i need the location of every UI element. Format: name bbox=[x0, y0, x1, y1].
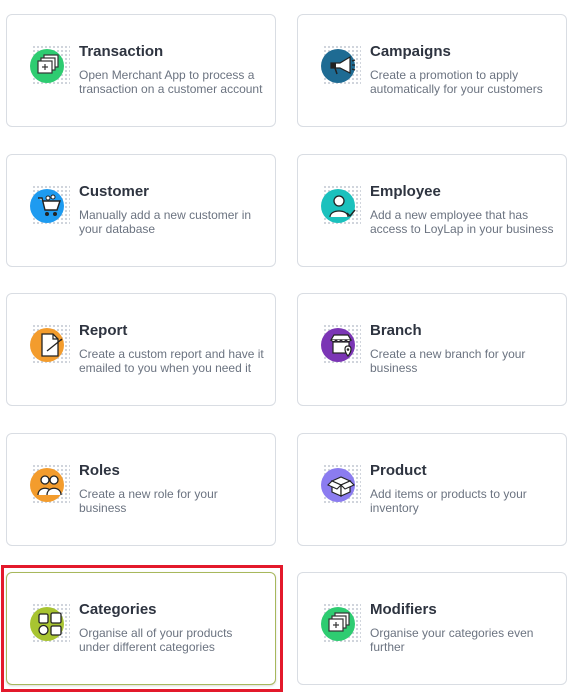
card-description: Create a new role for your business bbox=[79, 487, 218, 515]
transaction-icon bbox=[30, 45, 70, 85]
card-description: Create a custom report and have it email… bbox=[79, 347, 264, 375]
employee-icon bbox=[321, 185, 361, 225]
card-title: Transaction bbox=[79, 43, 164, 60]
card-transaction[interactable]: Transaction Open Merchant App to process… bbox=[6, 14, 276, 127]
card-title: Branch bbox=[370, 322, 422, 339]
card-description: Create a new branch for your business bbox=[370, 347, 526, 375]
card-title: Roles bbox=[79, 462, 120, 479]
megaphone-icon bbox=[321, 45, 361, 85]
card-title: Categories bbox=[79, 601, 157, 618]
store-location-icon bbox=[321, 324, 361, 364]
card-title: Customer bbox=[79, 183, 150, 200]
card-report[interactable]: Report Create a custom report and have i… bbox=[6, 293, 276, 406]
card-title: Product bbox=[370, 462, 427, 479]
card-customer[interactable]: Customer Manually add a new customer in … bbox=[6, 154, 276, 267]
modifiers-icon bbox=[321, 603, 361, 643]
box-icon bbox=[321, 464, 361, 504]
card-description: Add a new employee that has access to Lo… bbox=[370, 208, 554, 236]
card-branch[interactable]: Branch Create a new branch for your busi… bbox=[297, 293, 567, 406]
card-categories[interactable]: Categories Organise all of your products… bbox=[6, 572, 276, 685]
shopping-cart-icon bbox=[30, 185, 70, 225]
card-description: Manually add a new customer in your data… bbox=[79, 208, 252, 236]
card-campaigns[interactable]: Campaigns Create a promotion to apply au… bbox=[297, 14, 567, 127]
card-description: Open Merchant App to process a transacti… bbox=[79, 68, 263, 96]
card-title: Modifiers bbox=[370, 601, 437, 618]
card-description: Organise all of your products under diff… bbox=[79, 626, 233, 654]
card-title: Report bbox=[79, 322, 128, 339]
card-roles[interactable]: Roles Create a new role for your busines… bbox=[6, 433, 276, 546]
categories-icon bbox=[30, 603, 70, 643]
report-icon bbox=[30, 324, 70, 364]
card-product[interactable]: Product Add items or products to your in… bbox=[297, 433, 567, 546]
card-description: Create a promotion to apply automaticall… bbox=[370, 68, 543, 96]
card-title: Campaigns bbox=[370, 43, 451, 60]
people-icon bbox=[30, 464, 70, 504]
card-modifiers[interactable]: Modifiers Organise your categories even … bbox=[297, 572, 567, 685]
card-description: Organise your categories even further bbox=[370, 626, 534, 654]
card-description: Add items or products to your inventory bbox=[370, 487, 527, 515]
card-employee[interactable]: Employee Add a new employee that has acc… bbox=[297, 154, 567, 267]
card-title: Employee bbox=[370, 183, 441, 200]
